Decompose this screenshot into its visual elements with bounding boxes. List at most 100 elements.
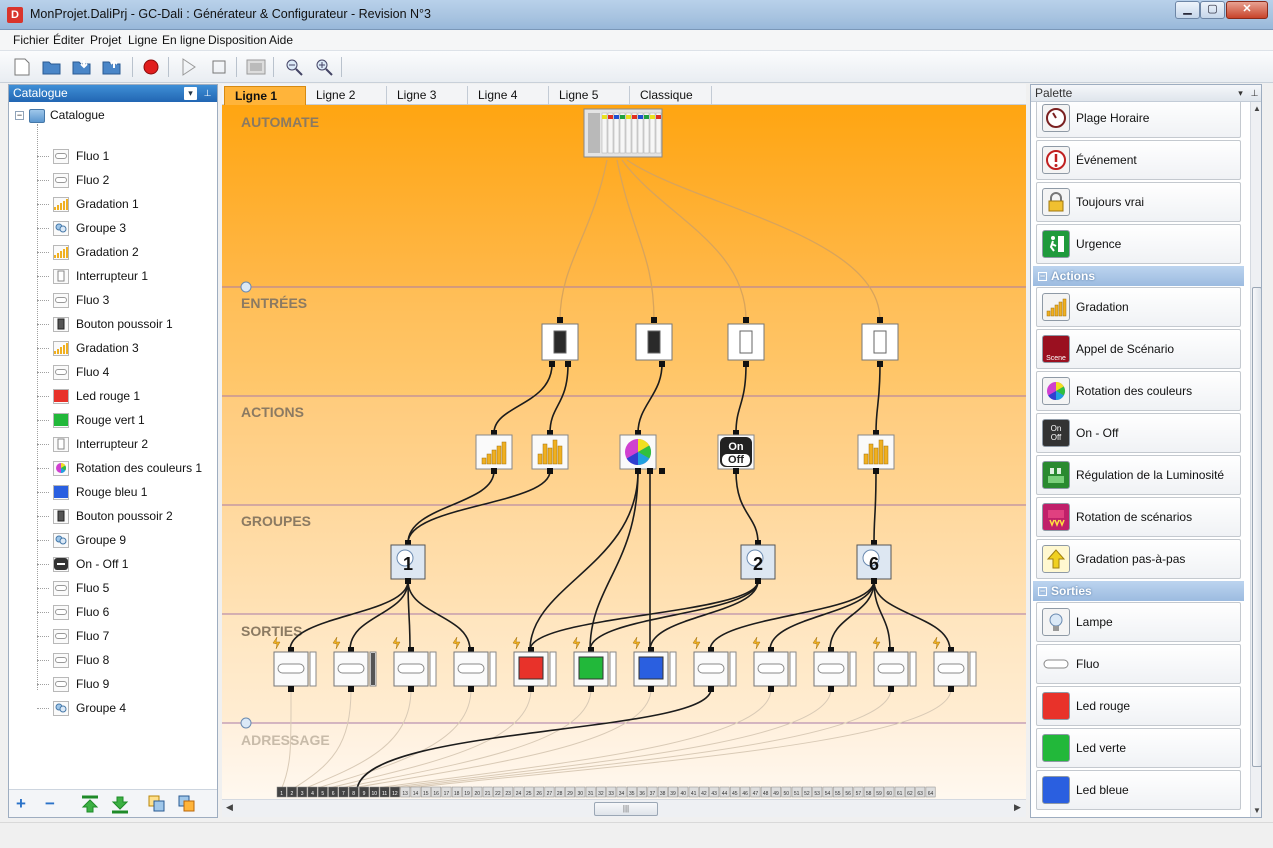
palette-plage-horaire[interactable]: Plage Horaire — [1036, 102, 1241, 138]
zoom-in-icon[interactable] — [313, 56, 335, 78]
address-cell[interactable]: 29 — [565, 786, 575, 798]
address-cell[interactable]: 58 — [863, 786, 874, 798]
palette-led-rouge[interactable]: Led rouge — [1036, 686, 1241, 726]
address-cell[interactable]: 8 — [348, 786, 359, 798]
input-switch[interactable] — [861, 317, 899, 367]
group-block[interactable]: 1 — [390, 540, 426, 584]
tree-item[interactable]: Groupe 9 — [37, 528, 126, 552]
address-cell[interactable]: 3 — [297, 786, 308, 798]
scroll-down-icon[interactable]: ▼ — [1253, 806, 1261, 815]
address-cell[interactable]: 35 — [626, 786, 637, 798]
address-cell[interactable]: 43 — [709, 786, 720, 798]
tree-item[interactable]: Bouton poussoir 1 — [37, 312, 173, 336]
address-cell[interactable]: 5 — [317, 786, 328, 798]
tree-item[interactable]: Groupe 4 — [37, 696, 126, 720]
palette-lampe[interactable]: Lampe — [1036, 602, 1241, 642]
tree-item[interactable]: Groupe 3 — [37, 216, 126, 240]
tab-ligne-2[interactable]: Ligne 2 — [306, 86, 387, 105]
tree-item[interactable]: Fluo 2 — [37, 168, 109, 192]
tab-ligne-5[interactable]: Ligne 5 — [549, 86, 630, 105]
input-switch[interactable] — [541, 317, 579, 367]
record-icon[interactable] — [140, 56, 162, 78]
tree-item[interactable]: Gradation 2 — [37, 240, 139, 264]
address-cell[interactable]: 49 — [771, 786, 781, 798]
address-cell[interactable]: 45 — [729, 786, 740, 798]
tree-item[interactable]: Fluo 7 — [37, 624, 109, 648]
address-cell[interactable]: 22 — [493, 786, 503, 798]
scroll-up-icon[interactable]: ▲ — [1253, 104, 1261, 113]
dropdown-icon[interactable]: ▾ — [184, 87, 197, 100]
address-cell[interactable]: 53 — [812, 786, 823, 798]
tab-ligne-4[interactable]: Ligne 4 — [468, 86, 549, 105]
address-cell[interactable]: 16 — [431, 786, 442, 798]
address-cell[interactable]: 27 — [544, 786, 555, 798]
pin-icon[interactable]: ⊥ — [201, 87, 214, 100]
input-switch[interactable] — [635, 317, 673, 367]
address-cell[interactable]: 62 — [905, 786, 915, 798]
palette-rotation-des-couleurs[interactable]: Rotation des couleurs — [1036, 371, 1241, 411]
address-cell[interactable]: 13 — [400, 786, 411, 798]
scroll-left-icon[interactable]: ◀ — [226, 802, 233, 813]
tree-item[interactable]: Rotation des couleurs 1 — [37, 456, 202, 480]
address-cell[interactable]: 33 — [606, 786, 617, 798]
address-cell[interactable]: 34 — [616, 786, 627, 798]
address-cell[interactable]: 39 — [668, 786, 678, 798]
address-cell[interactable]: 15 — [420, 786, 431, 798]
address-cell[interactable]: 2 — [287, 786, 297, 798]
action-block[interactable] — [475, 430, 513, 474]
address-cell[interactable]: 11 — [379, 786, 390, 798]
menu-aide[interactable]: Aide — [269, 33, 293, 47]
address-cell[interactable]: 55 — [832, 786, 843, 798]
palette-rotation-scenarios[interactable]: Rotation de scénarios — [1036, 497, 1241, 537]
address-cell[interactable]: 42 — [699, 786, 709, 798]
tree-item[interactable]: Interrupteur 1 — [37, 264, 148, 288]
address-cell[interactable]: 21 — [482, 786, 493, 798]
address-cell[interactable]: 20 — [472, 786, 483, 798]
address-cell[interactable]: 63 — [915, 786, 926, 798]
address-cell[interactable]: 18 — [451, 786, 462, 798]
dropdown-icon[interactable]: ▾ — [1234, 87, 1247, 100]
palette-category-sorties[interactable]: − Sorties — [1033, 581, 1244, 601]
maximize-button[interactable]: ▢ — [1200, 1, 1225, 19]
scroll-right-icon[interactable]: ▶ — [1014, 802, 1021, 813]
address-cell[interactable]: 50 — [781, 786, 792, 798]
address-cell[interactable]: 38 — [657, 786, 668, 798]
menu-disposition[interactable]: Disposition — [208, 33, 267, 47]
address-cell[interactable]: 40 — [678, 786, 689, 798]
tree-item[interactable]: Fluo 5 — [37, 576, 109, 600]
address-cell[interactable]: 1 — [276, 786, 287, 798]
address-cell[interactable]: 61 — [894, 786, 905, 798]
menu-ligne[interactable]: Ligne — [128, 33, 157, 47]
palette-scroll-thumb[interactable] — [1252, 287, 1261, 767]
palette-fluo[interactable]: Fluo — [1036, 644, 1241, 684]
palette-led-verte[interactable]: Led verte — [1036, 728, 1241, 768]
address-cell[interactable]: 60 — [884, 786, 895, 798]
palette-category-actions[interactable]: − Actions — [1033, 266, 1244, 286]
stop-icon[interactable] — [208, 56, 230, 78]
address-cell[interactable]: 26 — [534, 786, 545, 798]
address-cell[interactable]: 36 — [637, 786, 648, 798]
address-cell[interactable]: 48 — [760, 786, 771, 798]
address-cell[interactable]: 23 — [503, 786, 514, 798]
address-cell[interactable]: 28 — [554, 786, 565, 798]
tree-item[interactable]: Fluo 6 — [37, 600, 109, 624]
palette-gradation[interactable]: Gradation — [1036, 287, 1241, 327]
address-cell[interactable]: 12 — [390, 786, 400, 798]
address-cell[interactable]: 9 — [359, 786, 369, 798]
move-down-button[interactable] — [110, 794, 130, 819]
tree-item[interactable]: Led rouge 1 — [37, 384, 140, 408]
collapse-icon[interactable]: − — [15, 111, 24, 121]
tree-item[interactable]: Fluo 3 — [37, 288, 109, 312]
tree-item[interactable]: Rouge bleu 1 — [37, 480, 147, 504]
tree-item[interactable]: Rouge vert 1 — [37, 408, 145, 432]
address-cell[interactable]: 51 — [791, 786, 802, 798]
address-cell[interactable]: 7 — [338, 786, 349, 798]
address-cell[interactable]: 32 — [596, 786, 606, 798]
move-up-button[interactable] — [80, 794, 100, 819]
copy-button[interactable] — [147, 794, 167, 819]
palette-on-off[interactable]: On Off On - Off — [1036, 413, 1241, 453]
palette-toujours-vrai[interactable]: Toujours vrai — [1036, 182, 1241, 222]
address-cell[interactable]: 30 — [575, 786, 586, 798]
tree-item[interactable]: Fluo 8 — [37, 648, 109, 672]
import-icon[interactable] — [71, 56, 93, 78]
